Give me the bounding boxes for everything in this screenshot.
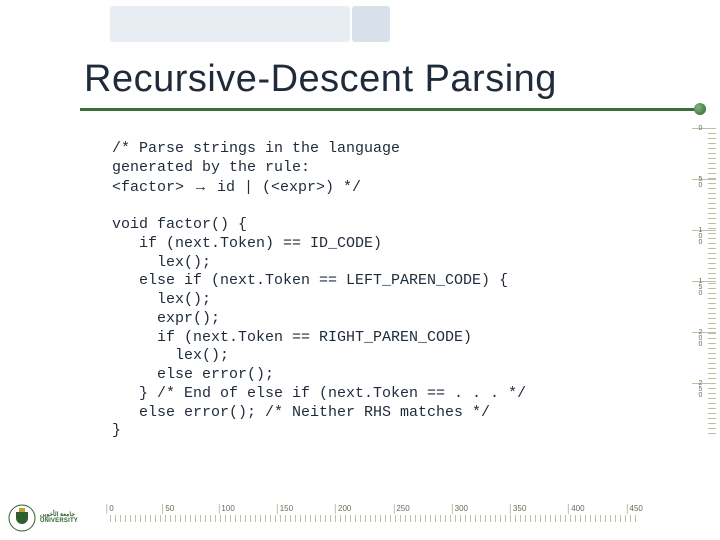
ruler-label: 50 xyxy=(162,504,174,514)
code-comment: /* Parse strings in the language xyxy=(112,140,400,157)
ruler-label: 300 xyxy=(452,504,468,514)
slide: Recursive-Descent Parsing /* Parse strin… xyxy=(0,0,720,540)
ruler-label: 50 xyxy=(697,176,704,188)
horizontal-ruler-ticks xyxy=(110,515,640,522)
code-comment: <factor> → id | (<expr>) */ xyxy=(112,179,361,196)
ruler-label: 100 xyxy=(697,227,704,245)
title-underline xyxy=(80,108,700,111)
arrow-icon: → xyxy=(193,178,208,195)
vertical-ruler: 0 50 100 150 200 250 xyxy=(692,128,716,438)
slide-title: Recursive-Descent Parsing xyxy=(84,58,557,101)
code-line: } /* End of else if (next.Token == . . .… xyxy=(112,385,526,402)
title-bullet-icon xyxy=(694,103,706,115)
code-line: } xyxy=(112,422,121,439)
header-accent-bar xyxy=(110,6,350,42)
logo-text-english: UNIVERSITY xyxy=(40,518,78,524)
code-line: else if (next.Token == LEFT_PAREN_CODE) … xyxy=(112,272,508,289)
ruler-label: 250 xyxy=(393,504,409,514)
code-line: if (next.Token) == ID_CODE) xyxy=(112,235,382,252)
code-line: else error(); xyxy=(112,366,274,383)
ruler-label: 350 xyxy=(510,504,526,514)
ruler-label: 200 xyxy=(697,329,704,347)
code-line: void factor() { xyxy=(112,216,247,233)
code-line: lex(); xyxy=(112,254,211,271)
ruler-label: 150 xyxy=(697,278,704,296)
university-logo: جامعة الأخوين UNIVERSITY xyxy=(8,504,78,532)
code-line: if (next.Token == RIGHT_PAREN_CODE) xyxy=(112,329,472,346)
code-line: lex(); xyxy=(112,291,211,308)
crest-icon xyxy=(8,504,36,532)
ruler-label: 250 xyxy=(697,380,704,398)
code-line: else error(); /* Neither RHS matches */ xyxy=(112,404,490,421)
code-comment: generated by the rule: xyxy=(112,159,310,176)
ruler-label: 200 xyxy=(335,504,351,514)
ruler-label: 150 xyxy=(277,504,293,514)
ruler-label: 450 xyxy=(627,504,643,514)
code-block: /* Parse strings in the language generat… xyxy=(112,140,526,441)
ruler-label: 400 xyxy=(568,504,584,514)
code-line: expr(); xyxy=(112,310,220,327)
ruler-label: 100 xyxy=(218,504,234,514)
ruler-label: 0 xyxy=(106,504,113,514)
code-line: lex(); xyxy=(112,347,229,364)
ruler-label: 0 xyxy=(697,125,704,131)
horizontal-ruler: 0 50 100 150 200 250 300 350 400 450 xyxy=(110,502,640,522)
